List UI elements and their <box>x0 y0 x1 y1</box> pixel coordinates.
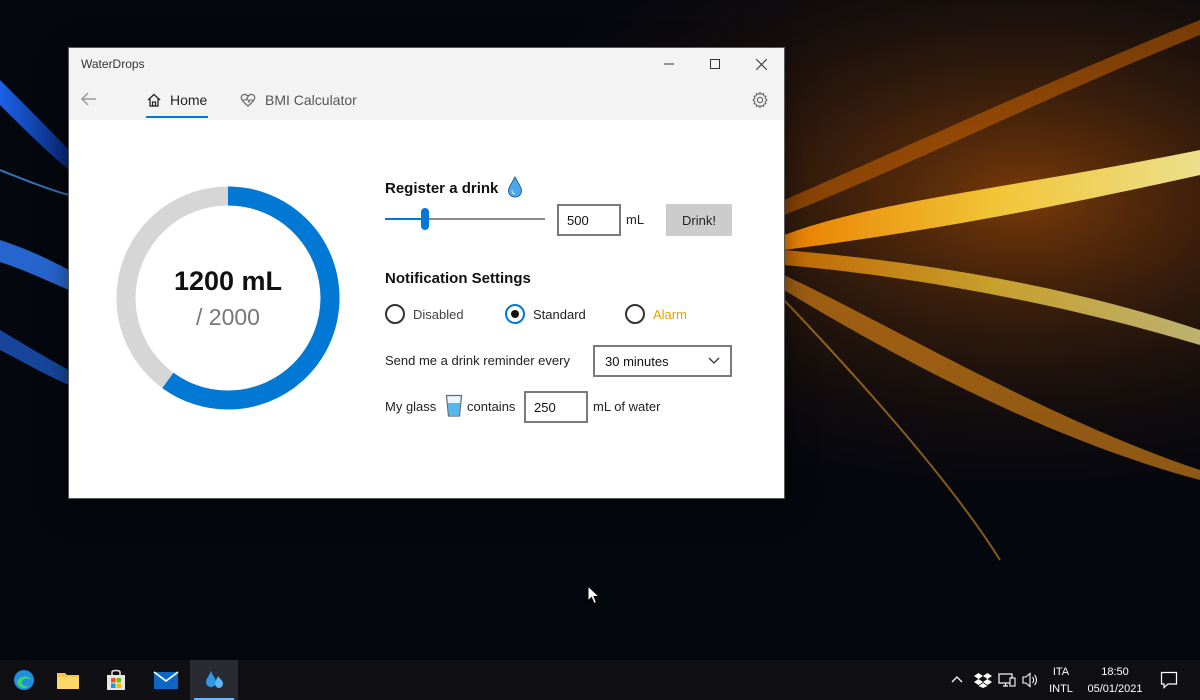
glass-size-input[interactable] <box>524 391 588 423</box>
dropbox-icon <box>974 673 992 688</box>
radio-standard[interactable] <box>505 304 525 324</box>
navigation-bar: Home BMI Calculator <box>69 80 784 120</box>
heart-pulse-icon <box>239 92 257 108</box>
tray-dropbox[interactable] <box>974 672 992 693</box>
tab-home[interactable]: Home <box>146 80 207 120</box>
clock-date[interactable]: 05/01/2021 <box>1080 683 1150 695</box>
taskbar-edge[interactable] <box>0 660 48 700</box>
taskbar-waterdrops[interactable] <box>190 660 238 700</box>
show-hidden-icons-button[interactable] <box>950 672 964 691</box>
taskbar-mail[interactable] <box>142 660 190 700</box>
drink-button[interactable]: Drink! <box>666 204 732 236</box>
folder-icon <box>57 673 79 689</box>
water-progress-ring <box>116 186 340 410</box>
taskbar: ITA INTL 18:50 05/01/2021 <box>0 660 1200 700</box>
speaker-icon <box>1022 672 1037 688</box>
input-language[interactable]: ITA <box>1046 666 1076 678</box>
minimize-button[interactable] <box>646 48 692 80</box>
home-icon <box>146 92 162 108</box>
network-icon <box>998 673 1016 687</box>
radio-disabled-label: Disabled <box>413 307 464 322</box>
mail-icon <box>153 671 179 689</box>
maximize-icon <box>710 59 720 69</box>
action-center-button[interactable] <box>1160 671 1178 694</box>
glass-label-after: mL of water <box>593 399 661 414</box>
tray-network[interactable] <box>998 672 1016 693</box>
water-drop-icon <box>507 175 522 198</box>
window-title: WaterDrops <box>81 57 145 71</box>
radio-alarm[interactable] <box>625 304 645 324</box>
minimize-icon <box>664 63 674 65</box>
notification-settings-heading: Notification Settings <box>385 270 531 287</box>
chevron-up-icon <box>951 676 963 683</box>
tab-bmi-calculator[interactable]: BMI Calculator <box>239 80 357 120</box>
taskbar-store[interactable] <box>92 660 140 700</box>
keyboard-layout[interactable]: INTL <box>1046 683 1076 695</box>
reminder-interval-value: 30 minutes <box>605 353 669 369</box>
close-button[interactable] <box>738 48 784 80</box>
water-consumed-value: 1200 mL <box>173 266 283 296</box>
drink-unit-label: mL <box>626 212 645 227</box>
title-bar[interactable]: WaterDrops <box>69 48 784 80</box>
edge-icon <box>14 670 34 690</box>
water-drops-app-icon <box>206 671 223 688</box>
radio-standard-label: Standard <box>533 307 586 322</box>
reminder-interval-dropdown[interactable]: 30 minutes <box>593 345 732 377</box>
tray-volume[interactable] <box>1022 672 1040 693</box>
drink-amount-input[interactable] <box>557 204 621 236</box>
store-icon <box>107 669 125 690</box>
mouse-cursor-icon <box>587 585 601 605</box>
register-drink-heading: Register a drink <box>385 175 523 198</box>
maximize-button[interactable] <box>692 48 738 80</box>
notification-icon <box>1160 671 1178 689</box>
register-drink-heading-text: Register a drink <box>385 180 499 197</box>
settings-button[interactable] <box>751 91 769 114</box>
glass-icon <box>445 394 463 417</box>
drink-slider-fill <box>385 218 425 220</box>
tab-home-label: Home <box>170 92 208 108</box>
glass-label-middle: contains <box>467 399 516 414</box>
water-goal-value: / 2000 <box>196 304 260 330</box>
drink-slider-thumb[interactable] <box>421 208 429 230</box>
active-tab-indicator <box>146 116 208 118</box>
taskbar-file-explorer[interactable] <box>44 660 92 700</box>
close-icon <box>755 58 767 70</box>
radio-alarm-label: Alarm <box>653 307 687 322</box>
chevron-down-icon <box>708 357 720 364</box>
radio-disabled[interactable] <box>385 304 405 324</box>
reminder-label: Send me a drink reminder every <box>385 353 570 368</box>
back-arrow-icon <box>80 92 96 106</box>
gear-icon <box>752 91 768 109</box>
clock-time[interactable]: 18:50 <box>1080 666 1150 678</box>
app-window: WaterDrops Home BMI Calculator 1200 mL /… <box>69 48 784 498</box>
tab-bmi-label: BMI Calculator <box>265 92 357 108</box>
back-button[interactable] <box>80 90 98 113</box>
glass-label-before: My glass <box>385 399 437 414</box>
